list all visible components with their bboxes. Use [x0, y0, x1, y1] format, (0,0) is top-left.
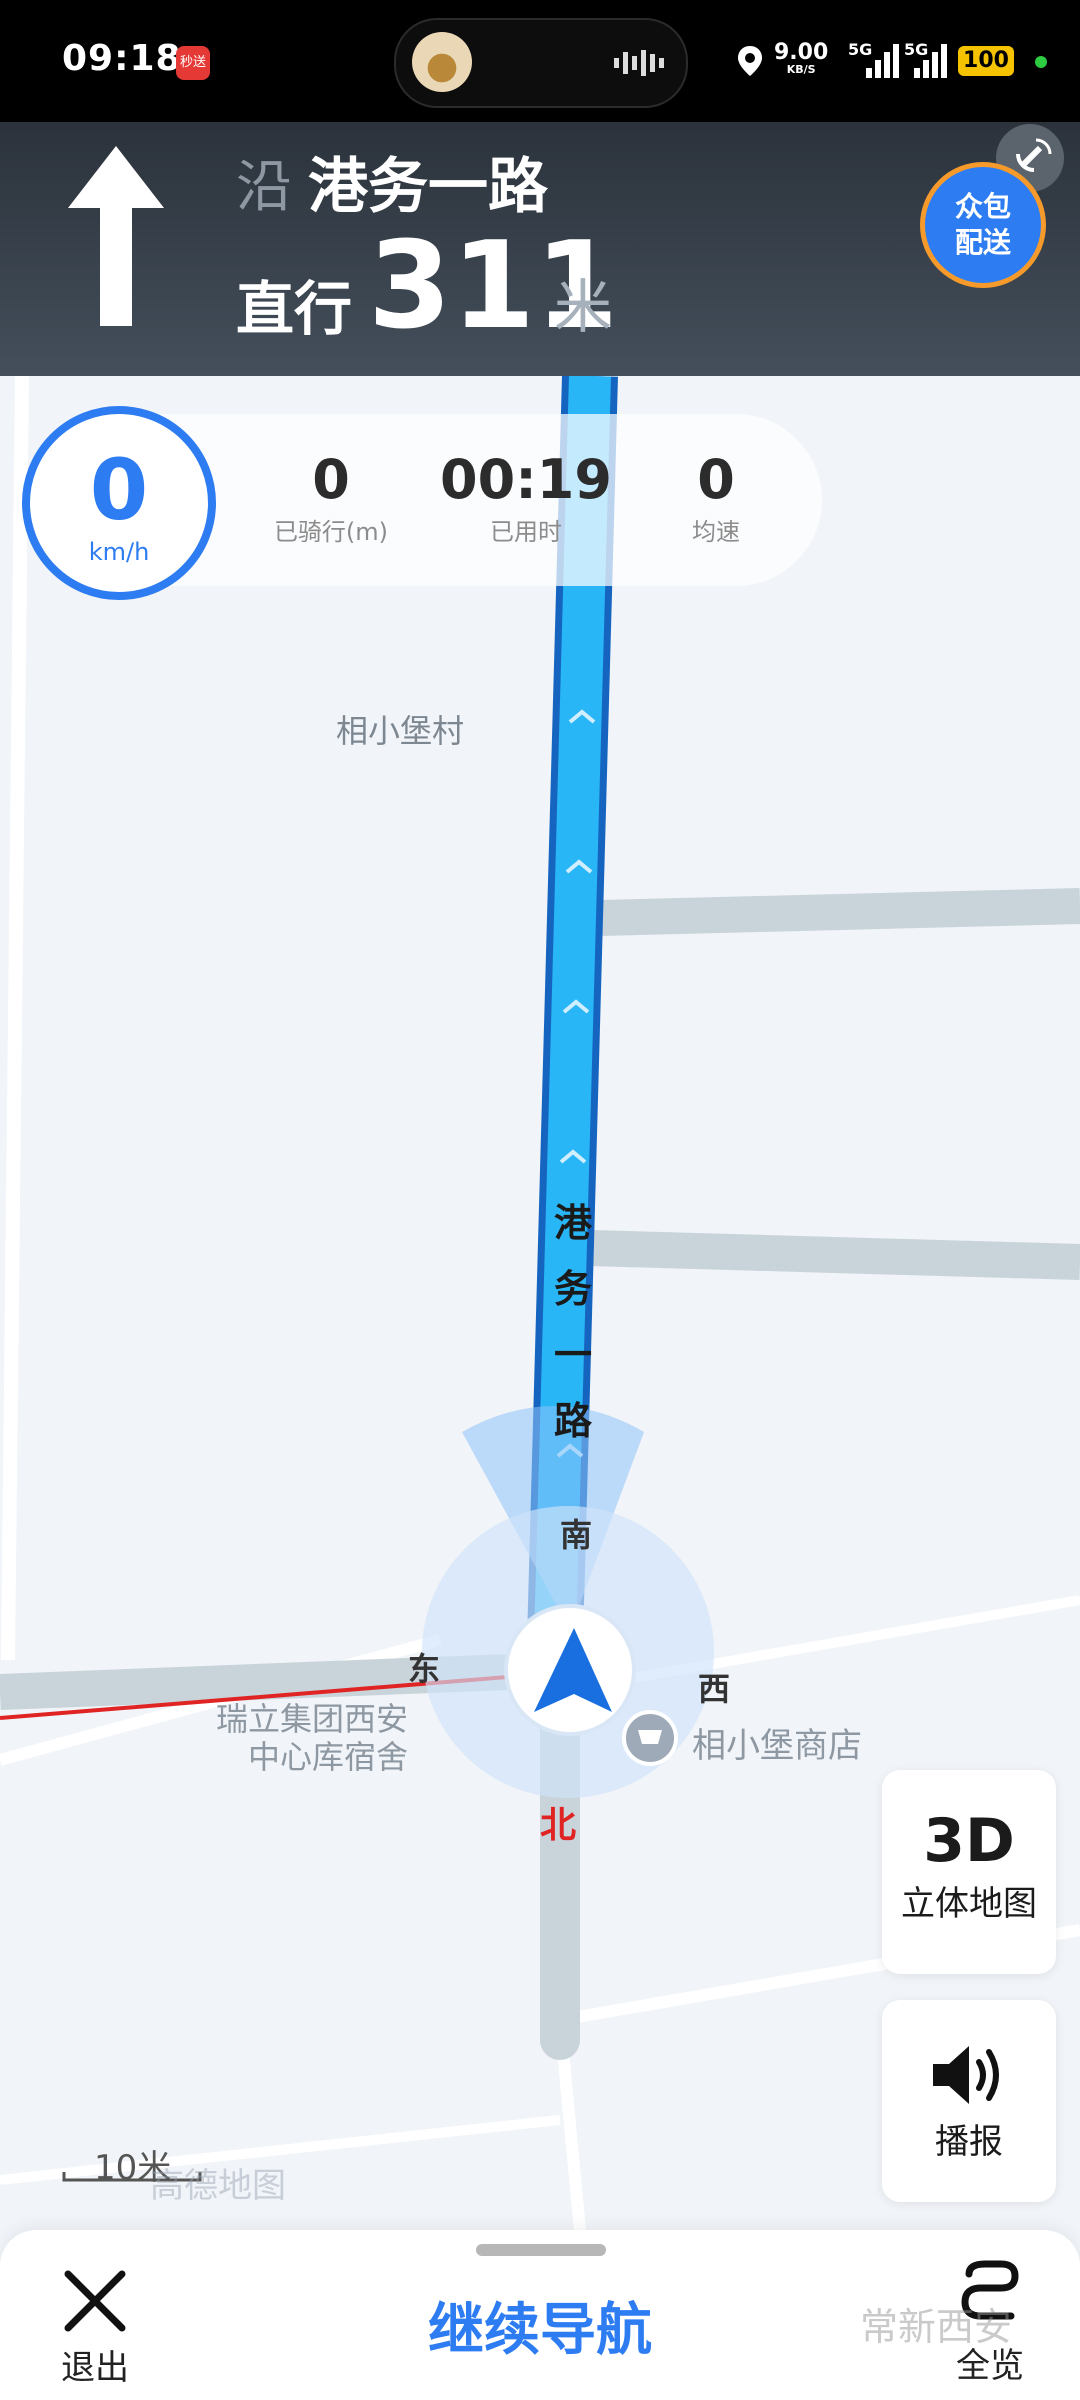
road-char: 一	[553, 1333, 592, 1377]
compass-east: 东	[408, 1650, 441, 1688]
compass-south: 南	[560, 1516, 593, 1554]
3d-map-button[interactable]: 3D 立体地图	[882, 1770, 1056, 1974]
ridden-label: 已骑行(m)	[273, 518, 389, 546]
avg-speed-label: 均速	[692, 518, 740, 546]
along-prefix: 沿	[236, 155, 292, 220]
speaker-icon	[933, 2046, 999, 2104]
speed-value: 0	[89, 441, 149, 539]
compass-north: 北	[540, 1805, 577, 1846]
app-notification-badge: 秒送	[176, 46, 210, 80]
poi-dormitory-line1: 瑞立集团西安	[216, 1700, 409, 1738]
map-road	[599, 888, 1080, 936]
road-char: 路	[553, 1399, 592, 1443]
maneuver-action: 直行	[236, 275, 353, 343]
avg-speed-value: 0	[697, 448, 735, 511]
road-char: 务	[553, 1267, 592, 1311]
close-icon	[64, 2270, 126, 2332]
elapsed-label: 已用时	[490, 518, 562, 546]
elapsed-value: 00:19	[440, 448, 612, 511]
route-road-label: 港 务 一 路	[548, 1190, 598, 1454]
avg-speed-stat: 0 均速	[646, 448, 786, 547]
signal-strength-icon	[914, 44, 947, 78]
3d-label: 3D	[923, 1806, 1015, 1876]
drag-handle[interactable]	[476, 2244, 606, 2256]
speed-unit: km/h	[88, 538, 150, 566]
road-char: 港	[553, 1201, 592, 1245]
map-brand-watermark: 高德地图	[150, 2166, 286, 2206]
voice-broadcast-button[interactable]: 播报	[882, 2000, 1056, 2202]
ridden-value: 0	[312, 448, 350, 511]
3d-map-label: 立体地图	[901, 1884, 1037, 1924]
navigation-header: 沿 港务一路 直行 311 米 众包 配送	[0, 122, 1080, 376]
location-icon	[738, 46, 762, 76]
poi-dormitory: 瑞立集团西安 中心库宿舍	[216, 1700, 408, 1776]
village-label: 相小堡村	[336, 712, 465, 750]
exit-label: 退出	[61, 2348, 129, 2388]
speedometer: 0 km/h	[22, 406, 216, 600]
distance-unit: 米	[554, 273, 613, 341]
charging-dot-icon	[1035, 56, 1047, 68]
island-avatar-icon	[412, 32, 472, 92]
signal-strength-icon	[866, 44, 899, 78]
poi-shop-label: 相小堡商店	[692, 1726, 862, 1766]
ridden-stat: 0 已骑行(m)	[226, 448, 436, 547]
elapsed-stat: 00:19 已用时	[426, 448, 626, 547]
crowd-delivery-label-2: 配送	[954, 226, 1011, 259]
poi-dormitory-line2: 中心库宿舍	[248, 1738, 409, 1776]
dynamic-island[interactable]	[394, 18, 688, 108]
exit-button[interactable]: 退出	[40, 2266, 150, 2396]
voice-broadcast-label: 播报	[935, 2122, 1003, 2162]
network-speed-unit: KB/S	[786, 63, 816, 76]
watermark-text: 常新西安	[860, 2305, 1013, 2349]
crowd-delivery-label-1: 众包	[954, 190, 1011, 223]
network-speed-value: 9.00	[774, 40, 829, 65]
bottom-action-bar: 退出 继续导航 全览 常新西安	[0, 2230, 1080, 2400]
status-bar: 09:18 秒送 9.00 KB/S 5G 5G 100	[0, 0, 1080, 122]
compass-west: 西	[698, 1670, 731, 1708]
crowd-delivery-button[interactable]: 众包 配送	[920, 162, 1046, 288]
straight-arrow-icon	[68, 146, 164, 326]
status-time: 09:18	[62, 38, 182, 79]
shop-cart-shape	[638, 1730, 662, 1744]
audio-wave-icon	[614, 50, 664, 76]
map-road	[589, 1230, 1080, 1280]
battery-indicator: 100	[958, 46, 1014, 76]
network-speed: 9.00 KB/S	[774, 42, 828, 76]
continue-navigation-button[interactable]: 继续导航	[360, 2286, 720, 2376]
